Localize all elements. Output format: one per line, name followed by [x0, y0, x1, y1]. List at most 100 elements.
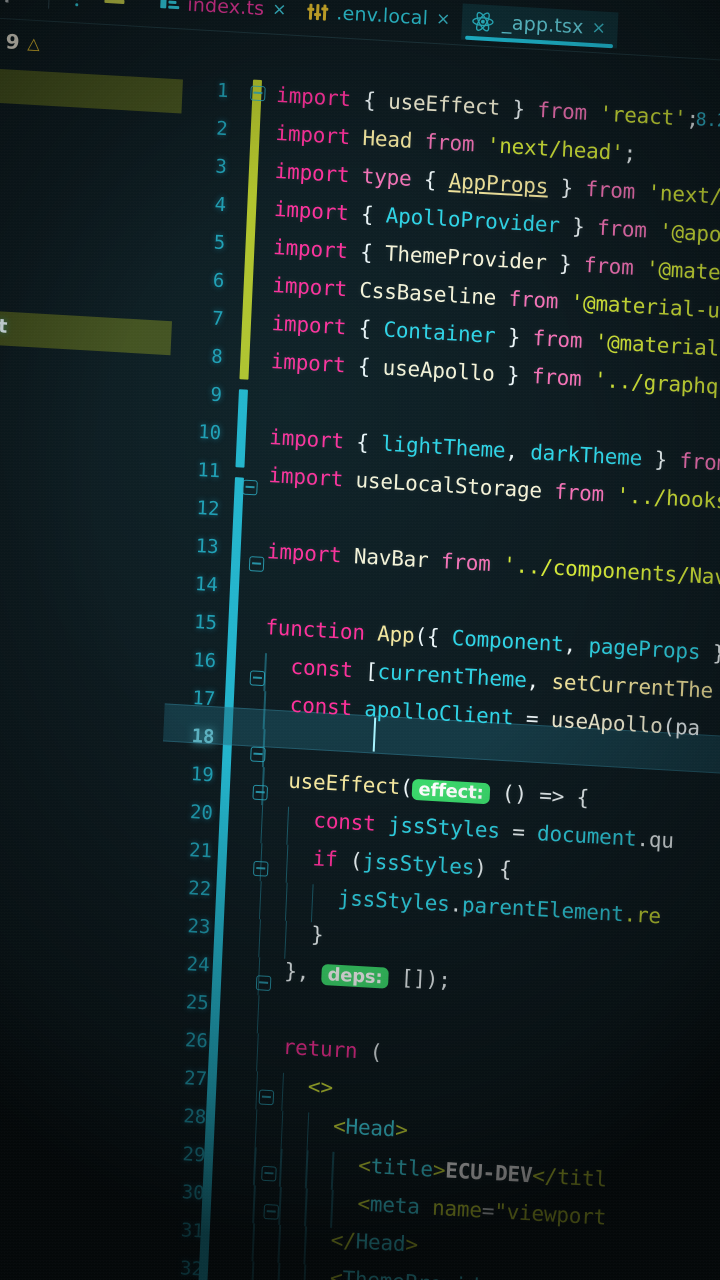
tree-item[interactable]: es and Consoles [0, 1101, 130, 1142]
code-token: 'react' [586, 100, 687, 131]
code-token: '@material-ui/core [570, 290, 720, 328]
parameter-hint-badge: deps: [321, 963, 389, 989]
code-token: from [440, 549, 492, 576]
code-token: { [347, 239, 386, 266]
code-fold-toggle[interactable] [250, 85, 266, 102]
code-token: '@material-u [645, 256, 720, 290]
code-token: ( [336, 847, 363, 874]
code-token: </titl [531, 1163, 608, 1192]
code-token: Component [451, 625, 565, 657]
code-token: } [546, 250, 585, 277]
code-token: const [290, 654, 354, 683]
code-line[interactable]: </Head> [330, 1228, 418, 1257]
tree-item[interactable]: nt.tsx [0, 502, 157, 543]
tree-item[interactable]: ge.json [0, 935, 137, 976]
code-line[interactable]: const apolloClient = useApollo(pa [289, 693, 700, 741]
code-token: useApollo [382, 355, 496, 386]
code-token: } [559, 213, 598, 240]
code-token: = [512, 705, 552, 732]
more-options-icon[interactable] [75, 0, 79, 7]
minimize-icon[interactable] [104, 0, 125, 4]
tab-app-tsx[interactable]: _app.tsx × [461, 3, 619, 48]
code-token: import [266, 539, 343, 568]
code-line[interactable]: useEffect(effect: () => { [288, 769, 590, 810]
code-line[interactable]: <meta name="viewport [357, 1191, 607, 1229]
code-token: const [289, 692, 353, 721]
tree-item[interactable]: al [0, 795, 144, 836]
code-token: > [394, 1117, 409, 1143]
code-token: '../graphql/cli [593, 367, 720, 403]
code-token: < [329, 1265, 344, 1280]
code-token: { [344, 353, 384, 380]
code-content[interactable]: import { useEffect } from 'react'; import… [217, 79, 720, 1280]
code-token: { [410, 166, 450, 193]
code-token: .qu [635, 826, 675, 853]
code-token: } [310, 922, 325, 947]
code-line[interactable]: <Head> [333, 1114, 409, 1142]
code-token: lightTheme [380, 431, 506, 463]
code-token: Head [345, 1114, 396, 1142]
code-line[interactable]: } [311, 922, 325, 947]
code-line[interactable]: const jssStyles = document.qu [313, 808, 674, 853]
code-line[interactable]: <ThemeProvider theme= [330, 1266, 592, 1280]
tree-item[interactable]: mple [0, 753, 146, 794]
tree-item[interactable]: nv.d.ts [0, 901, 139, 942]
close-icon[interactable]: × [591, 17, 606, 38]
code-line[interactable]: jssStyles.parentElement.re [337, 886, 661, 929]
code-token: }, [283, 958, 323, 985]
line-number: 27 [183, 1067, 208, 1091]
tab-label: .env.local [335, 1, 429, 30]
code-line[interactable]: <> [307, 1074, 333, 1099]
vcs-change-marker-modified[interactable] [239, 79, 263, 380]
typescript-file-icon [160, 0, 180, 11]
code-line[interactable]: }, deps: []); [284, 959, 451, 993]
code-fold-toggle[interactable] [242, 479, 258, 496]
collapse-all-icon[interactable]: ↙ ↖ [4, 0, 23, 6]
code-token: < [357, 1153, 372, 1179]
code-line[interactable]: import NavBar from '../components/NavB [266, 539, 720, 590]
code-token: from [584, 176, 636, 204]
line-number: 7 [211, 307, 225, 331]
code-line[interactable]: if (jssStyles) { [312, 846, 512, 881]
tree-item[interactable]: x [0, 578, 153, 619]
close-icon[interactable]: × [436, 8, 451, 29]
tree-item[interactable]: fig.json [0, 1001, 134, 1042]
code-token: { [563, 784, 590, 810]
line-number: 29 [182, 1143, 206, 1167]
tree-item[interactable]: lock [0, 1035, 133, 1076]
code-token: from [596, 215, 648, 243]
code-token: from [424, 129, 475, 157]
code-token: const [312, 808, 377, 836]
code-token: jssStyles [387, 812, 501, 843]
code-line[interactable]: return ( [282, 1035, 382, 1065]
line-number: 16 [192, 649, 217, 673]
code-token: 'next/head' [473, 132, 625, 165]
code-token: ThemeProvider [342, 1267, 505, 1280]
code-token: > [404, 1232, 419, 1257]
line-number: 14 [194, 572, 219, 597]
code-token: from [678, 448, 720, 476]
tab-index-ts[interactable]: index.ts × [150, 0, 300, 30]
code-line[interactable]: import Head from 'next/head'; [275, 121, 636, 166]
tree-item[interactable]: x [0, 544, 155, 585]
code-token: } [547, 174, 586, 201]
code-token: parentElement [461, 892, 625, 927]
line-number: 23 [187, 915, 211, 939]
tree-item[interactable]: .js [0, 835, 142, 876]
line-number: 12 [196, 496, 220, 521]
close-icon[interactable]: × [272, 0, 287, 20]
code-line[interactable]: <title>ECU-DEV</titl [358, 1153, 608, 1191]
code-token: theme [516, 1277, 579, 1280]
code-token: from [553, 479, 605, 507]
tab-env-local[interactable]: .env.local × [298, 0, 463, 39]
code-editor[interactable]: 1 2 3 4 5 6 7 8 9 10 11 12 13 14 15 16 17 18 19 20 21 22 23 24 2… [133, 74, 720, 1280]
code-token: <> [307, 1074, 334, 1100]
code-token: ({ [414, 623, 453, 650]
code-token: < [332, 1113, 347, 1139]
vcs-change-marker-added[interactable] [235, 389, 248, 468]
tree-item[interactable]: .ts [0, 690, 148, 731]
